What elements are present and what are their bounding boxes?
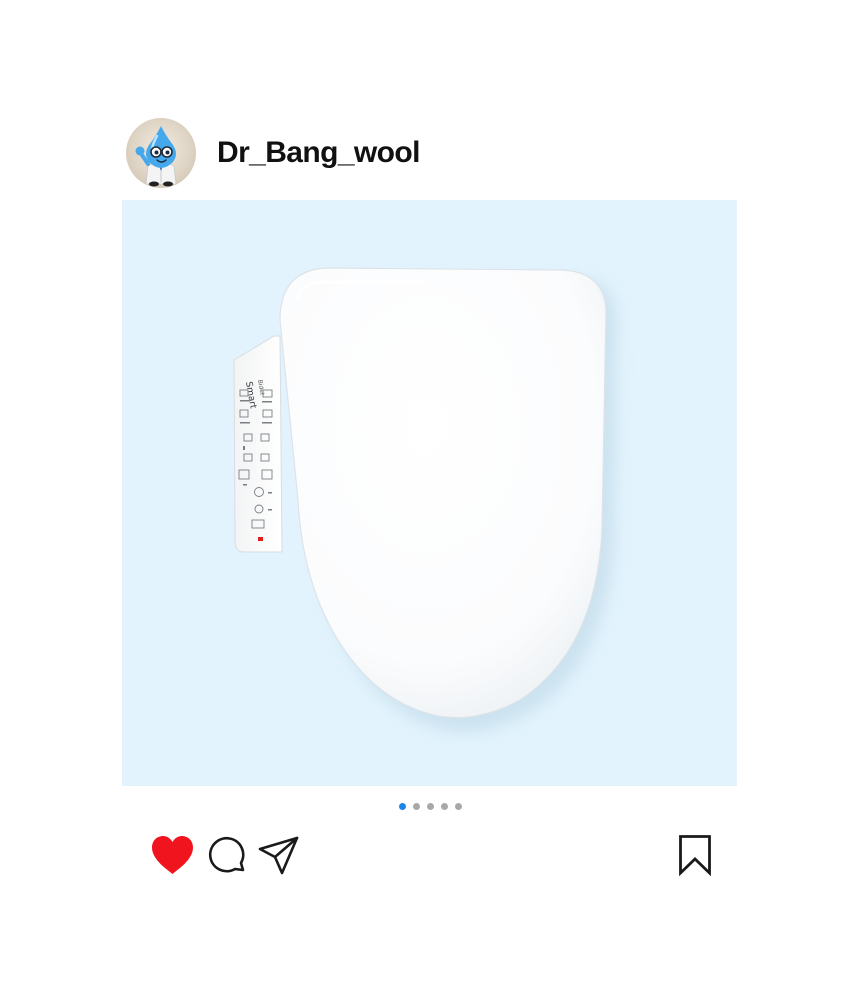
heart-icon <box>152 836 193 874</box>
paper-plane-icon <box>258 836 299 875</box>
comment-button[interactable] <box>208 835 248 882</box>
profile-avatar[interactable] <box>126 118 196 188</box>
comment-icon <box>208 836 245 873</box>
carousel-dot-4[interactable] <box>440 803 448 810</box>
save-button[interactable] <box>678 834 712 881</box>
post-header: Dr_Bang_wool <box>126 118 420 188</box>
carousel-dot-3[interactable] <box>426 803 434 810</box>
username[interactable]: Dr_Bang_wool <box>217 136 420 170</box>
water-drop-mascot-icon <box>135 126 177 187</box>
like-button[interactable] <box>150 834 195 881</box>
carousel-dot-5[interactable] <box>454 803 462 810</box>
post-image[interactable]: Smart Bidet <box>122 200 737 786</box>
bidet-seat-image: Smart Bidet <box>233 267 616 732</box>
share-button[interactable] <box>258 834 300 881</box>
carousel-dot-2[interactable] <box>412 803 420 810</box>
carousel-dot-1[interactable] <box>398 803 406 810</box>
carousel-dots <box>0 803 860 810</box>
bookmark-icon <box>679 835 711 877</box>
post-actions <box>0 830 860 882</box>
